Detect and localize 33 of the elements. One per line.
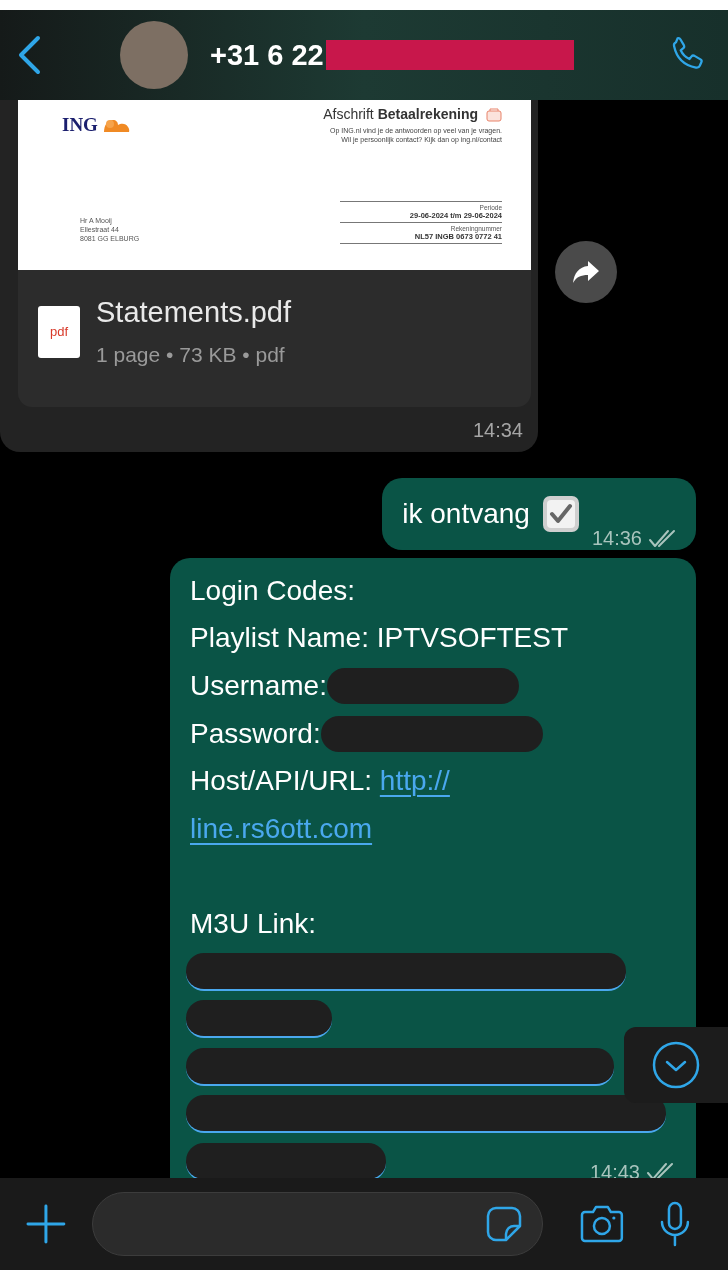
camera-icon[interactable] bbox=[579, 1205, 626, 1243]
message-bubble[interactable]: Login Codes: Playlist Name: IPTVSOFTEST Username: Password: Host/API/URL: http:// line.rs6ott.com M3U Link: 14:43 bbox=[170, 558, 696, 1178]
chevron-down-icon bbox=[652, 1041, 700, 1089]
message-text: Login Codes: bbox=[190, 574, 355, 607]
message-time: 14:36 bbox=[591, 527, 642, 550]
plus-icon[interactable] bbox=[26, 1204, 66, 1244]
redacted-link[interactable] bbox=[186, 952, 626, 991]
redacted-link[interactable] bbox=[186, 1095, 666, 1134]
document-bubble[interactable] bbox=[0, 100, 538, 452]
bank-logo-text: ING bbox=[62, 114, 98, 136]
message-time: 14:34 bbox=[472, 419, 523, 442]
pdf-file-icon: pdf bbox=[38, 305, 80, 358]
back-icon[interactable] bbox=[16, 35, 42, 75]
scroll-down-button[interactable] bbox=[624, 1027, 728, 1103]
message-text: Host/API/URL: bbox=[190, 765, 373, 798]
message-time: 14:43 bbox=[589, 1160, 640, 1178]
microphone-icon[interactable] bbox=[658, 1201, 692, 1247]
checkbox-icon bbox=[541, 495, 580, 533]
message-text: M3U Link: bbox=[190, 907, 317, 940]
message-text: Username: bbox=[190, 670, 327, 702]
share-arrow-icon bbox=[571, 259, 601, 285]
file-name: Statements.pdf bbox=[96, 296, 292, 329]
document-title: Afschrift Betaalrekening bbox=[323, 106, 478, 122]
document-card[interactable] bbox=[18, 100, 531, 407]
sticker-icon[interactable] bbox=[486, 1206, 523, 1242]
contact-name[interactable]: +31 6 22 bbox=[210, 38, 324, 72]
redacted-link[interactable] bbox=[186, 1000, 332, 1039]
message-text: ik ontvang bbox=[402, 498, 530, 530]
message-text: Playlist Name: IPTVSOFTEST bbox=[190, 622, 569, 655]
redacted-link[interactable] bbox=[186, 1047, 614, 1086]
file-meta: 1 page • 73 KB • pdf bbox=[96, 343, 286, 367]
message-bubble[interactable]: ik ontvang 14:36 bbox=[382, 478, 696, 550]
message-text: Password: bbox=[190, 717, 321, 750]
